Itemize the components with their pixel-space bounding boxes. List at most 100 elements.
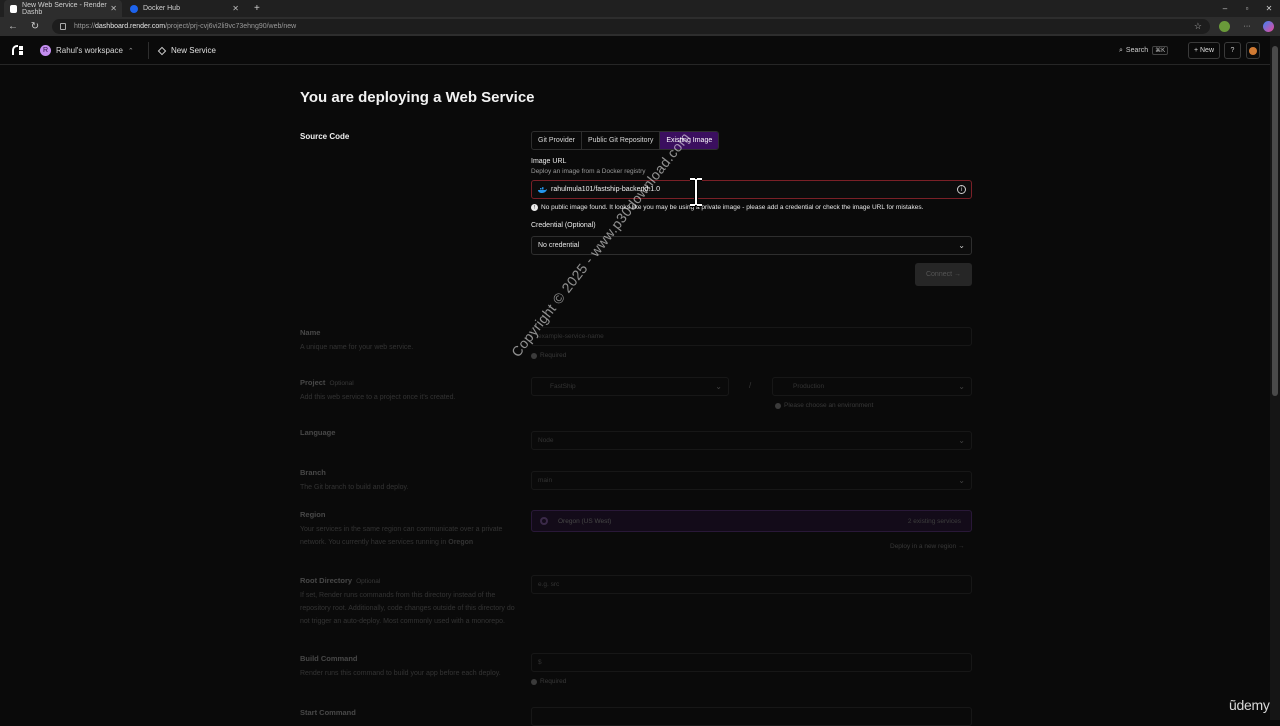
browser-menu-icon[interactable]: ··· (1240, 20, 1254, 33)
image-url-input[interactable]: rahulmula101/fastship-backend:1.0 i (531, 180, 972, 199)
region-label: Region (300, 510, 326, 519)
breadcrumb-current: New Service (171, 46, 216, 55)
close-icon[interactable]: ✕ (110, 4, 117, 13)
new-tab-button[interactable]: + (248, 0, 264, 17)
root-directory-label: Root Directory Optional (300, 576, 380, 585)
reload-icon[interactable]: ↻ (28, 20, 42, 33)
optional-tag: Optional (356, 578, 381, 585)
info-icon[interactable]: i (957, 185, 966, 194)
start-command-input[interactable] (531, 707, 972, 726)
chevron-down-icon: ⌄ (958, 382, 965, 391)
new-region-link[interactable]: Deploy in a new region → (890, 543, 964, 550)
tab-public-git-repository[interactable]: Public Git Repository (582, 132, 661, 149)
url-scheme: https:// (74, 23, 96, 30)
project-label: Project Optional (300, 378, 354, 387)
bookmark-star-icon[interactable]: ☆ (1194, 21, 1202, 32)
root-directory-input[interactable]: e.g. src (531, 575, 972, 594)
required-icon (531, 352, 537, 359)
browser-tab-dockerhub[interactable]: Docker Hub ✕ (124, 0, 244, 17)
search-label: Search (1125, 47, 1149, 54)
region-hint-region: Oregon (448, 539, 474, 546)
warning-icon (775, 402, 781, 409)
error-text: No public image found. It looks like you… (541, 204, 924, 211)
new-button[interactable]: + New (1188, 42, 1220, 59)
name-required-note: Required (531, 352, 566, 359)
required-icon (531, 678, 537, 685)
url-host: dashboard.render.com (95, 23, 166, 30)
environment-note: Please choose an environment (775, 402, 873, 409)
scrollbar-thumb[interactable] (1272, 46, 1278, 396)
required-text: Required (540, 678, 567, 685)
build-command-input[interactable]: $ (531, 653, 972, 672)
branch-label: Branch (300, 468, 326, 477)
browser-tab-strip: New Web Service - Render Dashb ✕ Docker … (0, 0, 1280, 17)
breadcrumb: New Service (157, 44, 216, 57)
close-icon[interactable]: ✕ (232, 4, 239, 13)
connect-button[interactable]: Connect → (915, 263, 972, 286)
workspace-avatar: R (40, 45, 51, 56)
region-value: Oregon (US West) (558, 517, 612, 525)
environment-value: Production (793, 383, 825, 390)
workspace-name: Rahul's workspace (56, 46, 123, 55)
page-title: You are deploying a Web Service (300, 89, 535, 106)
language-label: Language (300, 428, 336, 437)
address-bar[interactable]: https://dashboard.render.com/project/prj… (52, 19, 1210, 34)
project-select[interactable]: FastShip ⌄ (531, 377, 729, 396)
root-directory-hint: If set, Render runs commands from this d… (300, 592, 515, 625)
browser-toolbar: ← ↻ https://dashboard.render.com/project… (0, 17, 1280, 36)
error-icon: ! (531, 204, 538, 211)
root-directory-label-text: Root Directory (300, 576, 353, 585)
service-name-placeholder: example-service-name (538, 333, 604, 340)
chevron-updown-icon: ⌃ (127, 47, 134, 55)
extension-icon[interactable] (1219, 21, 1230, 32)
credential-label: Credential (Optional) (531, 222, 596, 229)
region-option-oregon[interactable]: Oregon (US West) 2 existing services (531, 510, 972, 532)
main-content: You are deploying a Web Service Source C… (0, 65, 1270, 726)
branch-value: main (538, 477, 553, 484)
chevron-down-icon: ⌄ (958, 436, 965, 445)
project-hint: Add this web service to a project once i… (300, 394, 456, 401)
build-command-label: Build Command (300, 654, 358, 663)
language-select[interactable]: Node ⌄ (531, 431, 972, 450)
render-favicon-icon (10, 4, 18, 13)
start-command-label: Start Command (300, 708, 356, 717)
lock-icon (60, 23, 66, 30)
credential-value: No credential (538, 242, 580, 249)
maximize-button[interactable]: ▫ (1236, 0, 1258, 17)
service-name-input[interactable]: example-service-name (531, 327, 972, 346)
name-label: Name (300, 328, 321, 337)
chevron-down-icon: ⌄ (958, 241, 965, 250)
chevron-down-icon: ⌄ (958, 476, 965, 485)
search-shortcut: ⌘K (1152, 46, 1169, 55)
close-window-button[interactable]: ✕ (1258, 0, 1280, 17)
docker-favicon-icon (130, 4, 138, 13)
project-value: FastShip (550, 383, 576, 390)
language-value: Node (538, 437, 554, 444)
environment-select[interactable]: Production ⌄ (772, 377, 972, 396)
back-arrow-icon[interactable]: ← (6, 20, 20, 33)
header-divider (148, 42, 149, 59)
branch-select[interactable]: main ⌄ (531, 471, 972, 490)
render-logo-icon[interactable] (12, 45, 24, 56)
tab-git-provider[interactable]: Git Provider (532, 132, 582, 149)
workspace-switcher[interactable]: R Rahul's workspace ⌃ (40, 44, 134, 57)
minimize-button[interactable]: – (1214, 0, 1236, 17)
copilot-icon[interactable] (1263, 21, 1274, 32)
browser-tab-render[interactable]: New Web Service - Render Dashb ✕ (4, 0, 122, 17)
image-error-message: ! No public image found. It looks like y… (531, 204, 923, 211)
app-header: R Rahul's workspace ⌃ New Service ⌕ Sear… (0, 36, 1270, 65)
region-hint: Your services in the same region can com… (300, 523, 515, 549)
user-avatar[interactable] (1246, 42, 1260, 59)
url-path: /project/prj-cvj6vi2li9vc73ehng90/web/ne… (165, 23, 297, 30)
udemy-logo: ũdemy (1229, 697, 1270, 713)
text-cursor-icon (690, 177, 702, 207)
root-directory-placeholder: e.g. src (538, 581, 560, 588)
image-url-hint: Deploy an image from a Docker registry (531, 168, 646, 175)
build-command-hint: Render runs this command to build your a… (300, 670, 501, 677)
help-icon[interactable]: ? (1224, 42, 1241, 59)
search-button[interactable]: ⌕ Search ⌘K (1119, 44, 1169, 57)
environment-note-text: Please choose an environment (784, 402, 874, 409)
service-diamond-icon (157, 46, 167, 55)
source-code-label: Source Code (300, 132, 350, 141)
avatar (1249, 46, 1257, 55)
